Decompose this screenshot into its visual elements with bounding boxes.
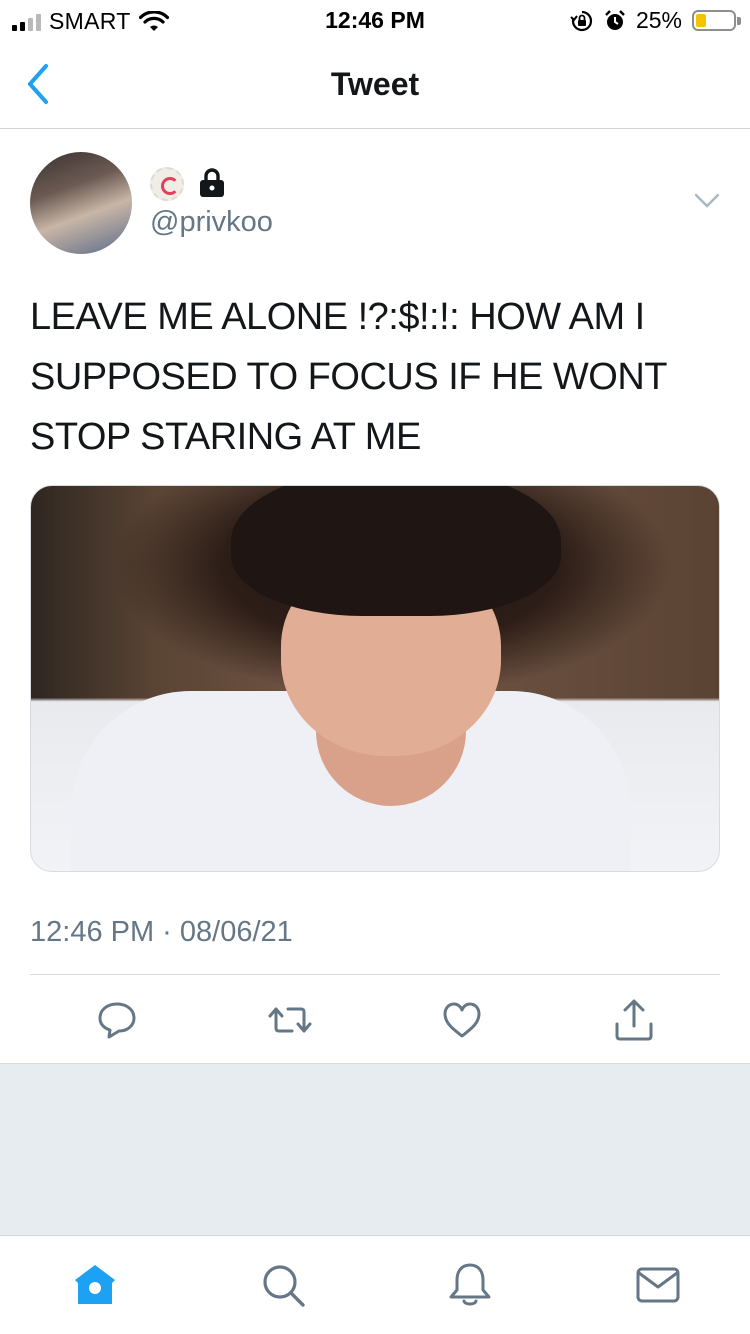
notifications-icon [449, 1263, 491, 1306]
nav-bar: Tweet [0, 40, 750, 129]
chevron-down-icon[interactable] [694, 192, 720, 210]
tab-messages[interactable] [633, 1260, 683, 1310]
tab-notifications[interactable] [445, 1260, 495, 1310]
retweet-icon [268, 1007, 312, 1033]
battery-icon [692, 10, 741, 31]
search-icon [263, 1265, 305, 1307]
tab-bar [0, 1235, 750, 1334]
retweet-button[interactable] [268, 998, 312, 1042]
tweet-photo[interactable] [30, 485, 720, 872]
reply-button[interactable] [95, 998, 139, 1042]
messages-icon [636, 1267, 680, 1303]
tab-search[interactable] [258, 1260, 308, 1310]
page-title: Tweet [330, 66, 420, 102]
avatar[interactable] [30, 152, 132, 254]
like-icon [443, 1002, 481, 1038]
like-button[interactable] [440, 998, 484, 1042]
tweet-timestamp: 12:46 PM · 08/06/21 [30, 916, 293, 948]
emoji-badge-icon [150, 167, 184, 201]
tweet-text: LEAVE ME ALONE !?:$!:!: HOW AM I SUPPOSE… [30, 296, 667, 458]
user-handle[interactable]: @privkoo [150, 206, 273, 239]
orientation-lock-icon [570, 10, 593, 31]
status-bar: SMART 12:46 PM 25% [0, 0, 750, 40]
alarm-icon [605, 9, 625, 30]
share-icon [615, 999, 653, 1041]
battery-percent: 25% [635, 7, 682, 33]
status-right: 25% [570, 7, 741, 34]
share-button[interactable] [612, 998, 656, 1042]
divider [30, 974, 720, 975]
empty-replies-area [0, 1063, 750, 1235]
home-icon [75, 1265, 115, 1304]
lock-icon [200, 168, 224, 197]
tab-home[interactable] [70, 1260, 120, 1310]
reply-icon [98, 1002, 136, 1039]
